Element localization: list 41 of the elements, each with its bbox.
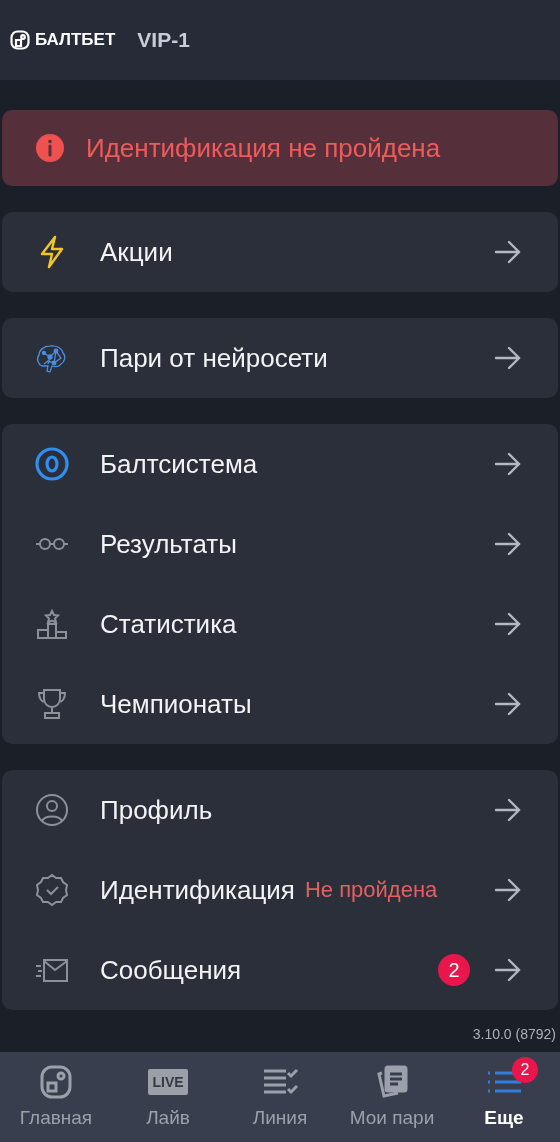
- menu-item[interactable]: Акции: [100, 236, 173, 268]
- nav-label: Линия: [252, 1107, 308, 1129]
- brand-name: БАЛТБЕТ: [35, 30, 116, 50]
- arrow-right-icon: [494, 452, 522, 476]
- menu-item[interactable]: Профиль: [100, 794, 213, 826]
- arrow-right-icon: [494, 798, 522, 822]
- alert-text: Идентификация не пройдена: [86, 132, 441, 164]
- live-icon: LIVE: [148, 1069, 188, 1095]
- count-badge: 2: [438, 954, 470, 986]
- vip-level: VIP-1: [137, 28, 190, 52]
- version-text: 3.10.0 (8792): [472, 1026, 556, 1042]
- nav-tab[interactable]: Главная: [0, 1052, 112, 1142]
- menu-item[interactable]: Сообщения: [100, 954, 242, 986]
- verified-badge-icon: [34, 872, 70, 908]
- nav-tab[interactable]: Линия: [224, 1052, 336, 1142]
- menu-item[interactable]: Балтсистема: [100, 448, 258, 480]
- info-icon: [36, 134, 64, 162]
- menu-item[interactable]: Чемпионаты: [100, 688, 252, 720]
- menu-item[interactable]: Статистика: [100, 608, 237, 640]
- menu-item[interactable]: Пари от нейросети: [100, 342, 328, 374]
- nav-label: Мои пари: [349, 1107, 435, 1129]
- menu-item[interactable]: Идентификация: [100, 874, 295, 906]
- arrow-right-icon: [494, 878, 522, 902]
- nav-tab[interactable]: Мои пари: [336, 1052, 448, 1142]
- arrow-right-icon: [494, 692, 522, 716]
- nav-label: Лайв: [146, 1107, 190, 1129]
- nav-label: Главная: [19, 1107, 93, 1129]
- logo-icon: [10, 30, 30, 50]
- nav-label: Еще: [484, 1107, 524, 1129]
- arrow-right-icon: [494, 346, 522, 370]
- arrow-right-icon: [494, 532, 522, 556]
- status-text: Не пройдена: [304, 877, 438, 903]
- arrow-right-icon: [494, 240, 522, 264]
- nav-tab[interactable]: 2 Еще: [448, 1052, 560, 1142]
- ring-icon: [34, 446, 70, 482]
- user-icon: [34, 792, 70, 828]
- arrow-right-icon: [494, 612, 522, 636]
- menu-item[interactable]: Результаты: [100, 528, 237, 560]
- arrow-right-icon: [494, 958, 522, 982]
- count-badge: 2: [512, 1057, 538, 1083]
- nav-tab[interactable]: LIVE Лайв: [112, 1052, 224, 1142]
